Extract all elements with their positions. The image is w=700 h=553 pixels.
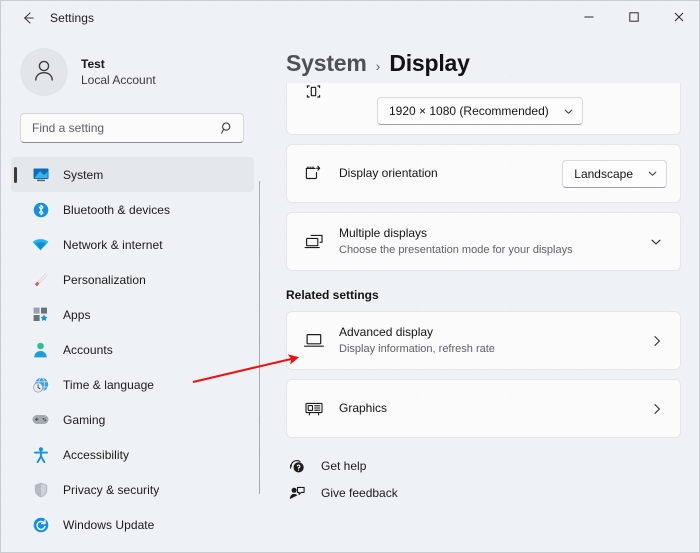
- accounts-person-icon: [32, 341, 49, 358]
- graphics-card[interactable]: Graphics: [286, 379, 681, 438]
- advanced-display-subtitle: Display information, refresh rate: [339, 342, 495, 355]
- sidebar-item-system[interactable]: System: [11, 157, 254, 192]
- sidebar-item-label: Gaming: [63, 412, 106, 427]
- sidebar-item-label: Network & internet: [63, 237, 163, 252]
- accessibility-icon: [32, 446, 49, 463]
- get-help-link[interactable]: Get help: [286, 452, 699, 479]
- multiple-displays-icon: [301, 233, 327, 251]
- sidebar-item-gaming[interactable]: Gaming: [11, 402, 254, 437]
- sidebar-item-windows-update[interactable]: Windows Update: [11, 507, 254, 542]
- resolution-icon: [301, 83, 325, 100]
- chevron-right-icon[interactable]: [650, 334, 667, 348]
- footer-links: Get help Give feedback: [286, 452, 699, 506]
- give-feedback-link[interactable]: Give feedback: [286, 479, 699, 506]
- display-orientation-combobox[interactable]: Landscape: [562, 159, 667, 188]
- account-name: Test: [81, 56, 105, 71]
- advanced-display-title: Advanced display: [339, 325, 434, 340]
- multiple-displays-subtitle: Choose the presentation mode for your di…: [339, 243, 573, 256]
- gamepad-icon: [32, 411, 49, 428]
- settings-cards: 1920 × 1080 (Recommended) Display orient…: [260, 83, 681, 271]
- sidebar-item-network-internet[interactable]: Network & internet: [11, 227, 254, 262]
- give-feedback-label: Give feedback: [321, 485, 398, 500]
- resolution-value: 1920 × 1080 (Recommended): [389, 104, 549, 118]
- back-button[interactable]: [10, 3, 46, 33]
- title-bar: Settings: [1, 1, 699, 34]
- avatar: [20, 48, 68, 96]
- give-feedback-icon: [286, 485, 308, 501]
- related-settings-heading: Related settings: [286, 288, 379, 302]
- breadcrumb: System › Display: [286, 50, 699, 77]
- sidebar-item-label: System: [63, 167, 104, 182]
- bluetooth-icon: [32, 201, 49, 218]
- shield-icon: [32, 481, 49, 498]
- paintbrush-icon: [32, 271, 49, 288]
- maximize-button[interactable]: [611, 1, 656, 33]
- clock-globe-icon: [32, 376, 49, 393]
- sidebar-item-privacy-security[interactable]: Privacy & security: [11, 472, 254, 507]
- sidebar-item-label: Apps: [63, 307, 91, 322]
- display-orientation-value: Landscape: [574, 166, 633, 181]
- back-arrow-icon: [20, 10, 36, 26]
- sidebar-item-label: Windows Update: [63, 517, 155, 532]
- get-help-label: Get help: [321, 458, 367, 473]
- chevron-right-icon[interactable]: [650, 402, 667, 416]
- related-settings-cards: Advanced display Display information, re…: [260, 311, 681, 438]
- breadcrumb-parent[interactable]: System: [286, 50, 367, 77]
- close-icon: [673, 11, 685, 23]
- maximize-icon: [628, 11, 640, 23]
- advanced-display-card[interactable]: Advanced display Display information, re…: [286, 311, 681, 370]
- settings-window: Settings Test Local Account Find a setti…: [0, 0, 700, 553]
- graphics-title: Graphics: [339, 401, 388, 416]
- account-profile[interactable]: Test Local Account: [20, 48, 259, 96]
- multiple-displays-card[interactable]: Multiple displays Choose the presentatio…: [286, 212, 681, 271]
- account-type: Local Account: [81, 72, 156, 87]
- sidebar-item-label: Accessibility: [63, 447, 129, 462]
- multiple-displays-title: Multiple displays: [339, 226, 428, 241]
- sidebar-item-personalization[interactable]: Personalization: [11, 262, 254, 297]
- chevron-down-icon: [647, 168, 658, 179]
- window-controls: [566, 1, 699, 33]
- search-input[interactable]: [32, 121, 220, 135]
- chevron-down-icon: [563, 106, 574, 117]
- sidebar-item-label: Time & language: [63, 377, 155, 392]
- sidebar-item-accounts[interactable]: Accounts: [11, 332, 254, 367]
- main-content: System › Display 1920 × 1080 (Recommende…: [260, 34, 699, 552]
- minimize-icon: [583, 11, 595, 23]
- sidebar: Test Local Account Find a setting System…: [1, 34, 259, 552]
- sidebar-item-label: Accounts: [63, 342, 113, 357]
- sidebar-item-accessibility[interactable]: Accessibility: [11, 437, 254, 472]
- minimize-button[interactable]: [566, 1, 611, 33]
- system-icon: [32, 166, 49, 183]
- sidebar-item-label: Bluetooth & devices: [63, 202, 171, 217]
- app-title: Settings: [50, 10, 95, 25]
- chevron-down-icon[interactable]: [649, 235, 667, 249]
- sidebar-item-bluetooth-devices[interactable]: Bluetooth & devices: [11, 192, 254, 227]
- display-resolution-card[interactable]: 1920 × 1080 (Recommended): [286, 83, 681, 135]
- graphics-card-icon: [301, 400, 327, 417]
- apps-icon: [32, 306, 49, 323]
- sidebar-item-label: Personalization: [63, 272, 146, 287]
- get-help-icon: [286, 458, 308, 474]
- close-button[interactable]: [656, 1, 699, 33]
- laptop-display-icon: [301, 332, 327, 349]
- display-orientation-icon: [301, 165, 327, 183]
- network-wifi-icon: [32, 236, 49, 253]
- sidebar-item-label: Privacy & security: [63, 482, 160, 497]
- search-box[interactable]: [20, 113, 244, 143]
- sidebar-item-time-language[interactable]: Time & language: [11, 367, 254, 402]
- display-orientation-card[interactable]: Display orientation Landscape: [286, 144, 681, 203]
- person-avatar-icon: [30, 56, 58, 89]
- search-icon: [220, 121, 234, 135]
- breadcrumb-separator-icon: ›: [375, 58, 381, 74]
- windows-update-icon: [32, 516, 49, 533]
- sidebar-nav: System Bluetooth & devices Network & int…: [1, 157, 259, 542]
- page-title: Display: [389, 50, 470, 76]
- resolution-combobox[interactable]: 1920 × 1080 (Recommended): [377, 97, 583, 125]
- display-orientation-title: Display orientation: [339, 166, 438, 181]
- sidebar-item-apps[interactable]: Apps: [11, 297, 254, 332]
